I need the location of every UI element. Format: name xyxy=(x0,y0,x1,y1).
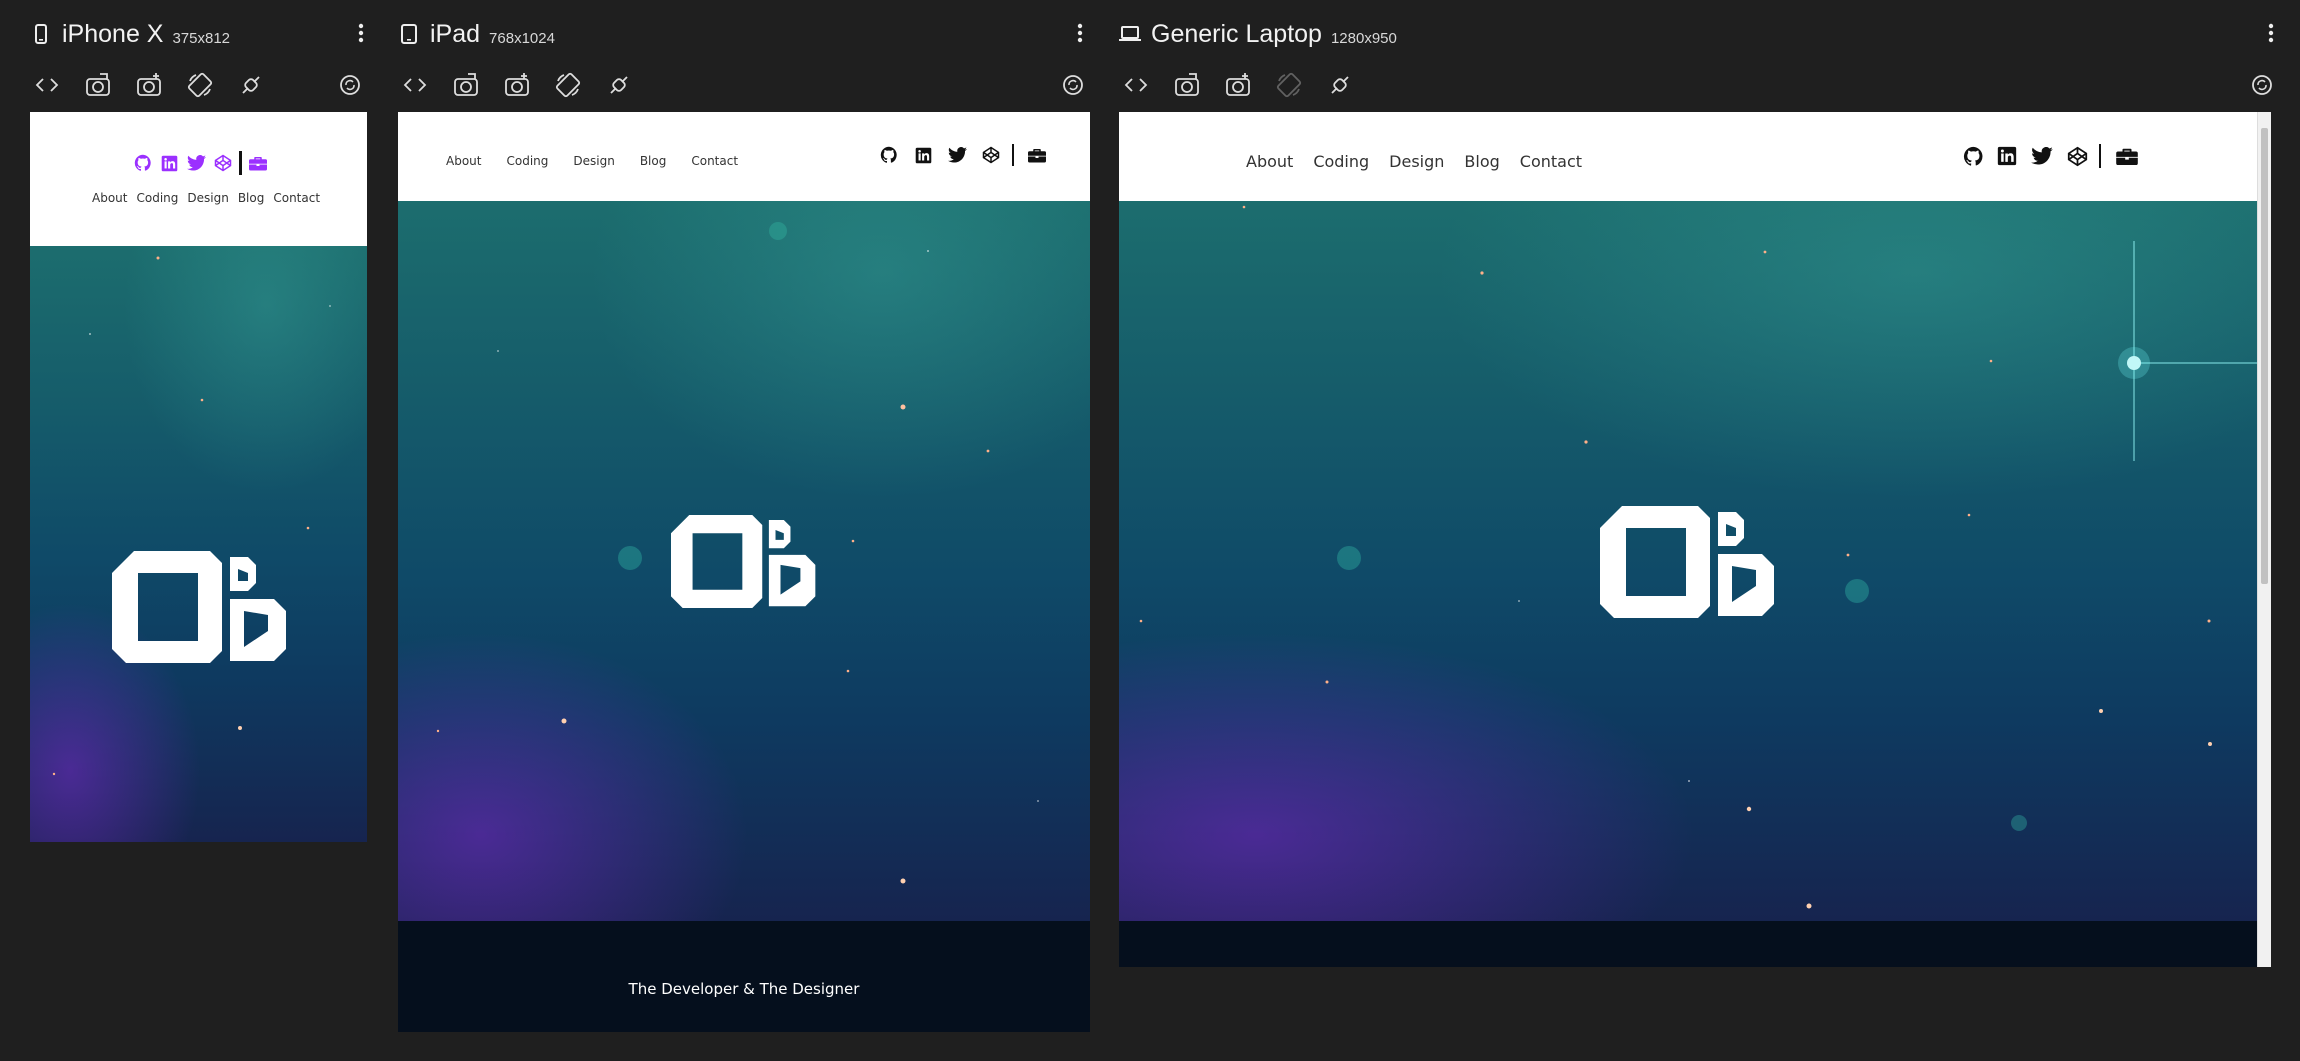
device-name: iPhone X xyxy=(62,19,164,48)
github-icon[interactable] xyxy=(878,146,900,164)
divider xyxy=(1012,144,1014,166)
github-icon[interactable] xyxy=(1961,146,1985,167)
sync-icon[interactable] xyxy=(2245,68,2279,102)
main-nav: About Coding Design Blog Contact xyxy=(446,154,738,168)
more-options-icon[interactable] xyxy=(2261,20,2281,46)
github-icon[interactable] xyxy=(133,154,153,172)
more-options-icon[interactable] xyxy=(351,20,371,46)
hero-section xyxy=(30,246,367,842)
code-icon[interactable] xyxy=(30,68,64,102)
footer xyxy=(1119,921,2257,967)
twitter-icon[interactable] xyxy=(2029,147,2055,165)
nav-coding[interactable]: Coding xyxy=(506,154,548,168)
sync-icon[interactable] xyxy=(333,68,367,102)
scrollbar-thumb[interactable] xyxy=(2261,128,2268,584)
codepen-icon[interactable] xyxy=(980,146,1002,164)
no-interaction-icon[interactable] xyxy=(602,68,636,102)
codepen-icon[interactable] xyxy=(2065,146,2089,167)
device-toolbar xyxy=(398,68,1090,102)
nav-blog[interactable]: Blog xyxy=(640,154,667,168)
no-interaction-icon[interactable] xyxy=(1323,68,1357,102)
nav-blog[interactable]: Blog xyxy=(1464,152,1499,171)
add-screenshot-icon[interactable] xyxy=(1221,68,1255,102)
tablet-icon xyxy=(398,21,420,47)
site-logo xyxy=(1600,506,1774,618)
nav-about[interactable]: About xyxy=(1246,152,1293,171)
nav-contact[interactable]: Contact xyxy=(1520,152,1582,171)
device-header: iPhone X 375x812 xyxy=(30,14,367,54)
twitter-icon[interactable] xyxy=(946,147,968,163)
starfield xyxy=(52,256,331,776)
social-links xyxy=(133,149,268,177)
main-nav: About Coding Design Blog Contact xyxy=(1246,152,1582,171)
device-viewport: About Coding Design Blog Contact xyxy=(30,112,367,842)
nav-design[interactable]: Design xyxy=(1389,152,1444,171)
device-viewport: About Coding Design Blog Contact xyxy=(1119,112,2271,967)
nav-design[interactable]: Design xyxy=(187,191,228,205)
device-viewport: About Coding Design Blog Contact xyxy=(398,112,1090,1032)
sync-icon[interactable] xyxy=(1056,68,1090,102)
nav-design[interactable]: Design xyxy=(573,154,614,168)
device-name: iPad xyxy=(430,19,481,48)
device-toolbar xyxy=(1119,68,2272,102)
add-screenshot-icon[interactable] xyxy=(132,68,166,102)
rotate-icon[interactable] xyxy=(183,68,217,102)
scrollbar[interactable] xyxy=(2257,112,2271,967)
site-logo xyxy=(671,515,816,608)
nav-blog[interactable]: Blog xyxy=(238,191,265,205)
nav-coding[interactable]: Coding xyxy=(136,191,178,205)
device-resolution: 1280x950 xyxy=(1330,29,1397,47)
briefcase-icon[interactable] xyxy=(248,155,268,171)
nav-contact[interactable]: Contact xyxy=(273,191,320,205)
briefcase-icon[interactable] xyxy=(2115,147,2139,165)
nav-coding[interactable]: Coding xyxy=(1313,152,1369,171)
codepen-icon[interactable] xyxy=(213,154,233,172)
site-header: About Coding Design Blog Contact xyxy=(1119,112,2257,201)
linkedin-icon[interactable] xyxy=(1995,146,2019,166)
twitter-icon[interactable] xyxy=(185,155,207,171)
rotate-icon[interactable] xyxy=(551,68,585,102)
linkedin-icon[interactable] xyxy=(912,147,934,164)
no-interaction-icon[interactable] xyxy=(234,68,268,102)
device-panel-ipad: iPad 768x1024 About Coding Design Blog C… xyxy=(398,0,1090,1040)
divider xyxy=(2099,144,2101,168)
screenshot-icon[interactable] xyxy=(449,68,483,102)
linkedin-icon[interactable] xyxy=(159,155,179,172)
main-nav: About Coding Design Blog Contact xyxy=(92,191,320,205)
device-panel-iphone: iPhone X 375x812 About Coding Design Blo… xyxy=(30,0,367,860)
rotate-icon xyxy=(1272,68,1306,102)
phone-icon xyxy=(30,21,52,47)
nav-about[interactable]: About xyxy=(92,191,127,205)
device-header: iPad 768x1024 xyxy=(398,14,1090,54)
laptop-icon xyxy=(1119,21,1141,47)
briefcase-icon[interactable] xyxy=(1026,147,1048,163)
bright-star xyxy=(2118,241,2257,461)
social-links xyxy=(1961,143,2139,169)
code-icon[interactable] xyxy=(398,68,432,102)
hero-section xyxy=(1119,201,2257,921)
screenshot-icon[interactable] xyxy=(81,68,115,102)
site-header: About Coding Design Blog Contact xyxy=(30,112,367,246)
social-links xyxy=(878,142,1048,168)
device-resolution: 768x1024 xyxy=(489,29,555,47)
more-options-icon[interactable] xyxy=(1070,20,1090,46)
code-icon[interactable] xyxy=(1119,68,1153,102)
device-header: Generic Laptop 1280x950 xyxy=(1119,14,2274,54)
device-name: Generic Laptop xyxy=(1151,19,1322,48)
nav-about[interactable]: About xyxy=(446,154,481,168)
add-screenshot-icon[interactable] xyxy=(500,68,534,102)
device-toolbar xyxy=(30,68,367,102)
hero-section xyxy=(398,201,1090,921)
nav-contact[interactable]: Contact xyxy=(691,154,738,168)
site-logo xyxy=(112,551,286,663)
footer-tagline: The Developer & The Designer xyxy=(628,980,860,998)
device-panel-laptop: Generic Laptop 1280x950 About Coding Des… xyxy=(1119,0,2274,980)
divider xyxy=(239,151,242,175)
screenshot-icon[interactable] xyxy=(1170,68,1204,102)
footer: The Developer & The Designer xyxy=(398,921,1090,1032)
device-resolution: 375x812 xyxy=(172,29,231,47)
site-header: About Coding Design Blog Contact xyxy=(398,112,1090,201)
